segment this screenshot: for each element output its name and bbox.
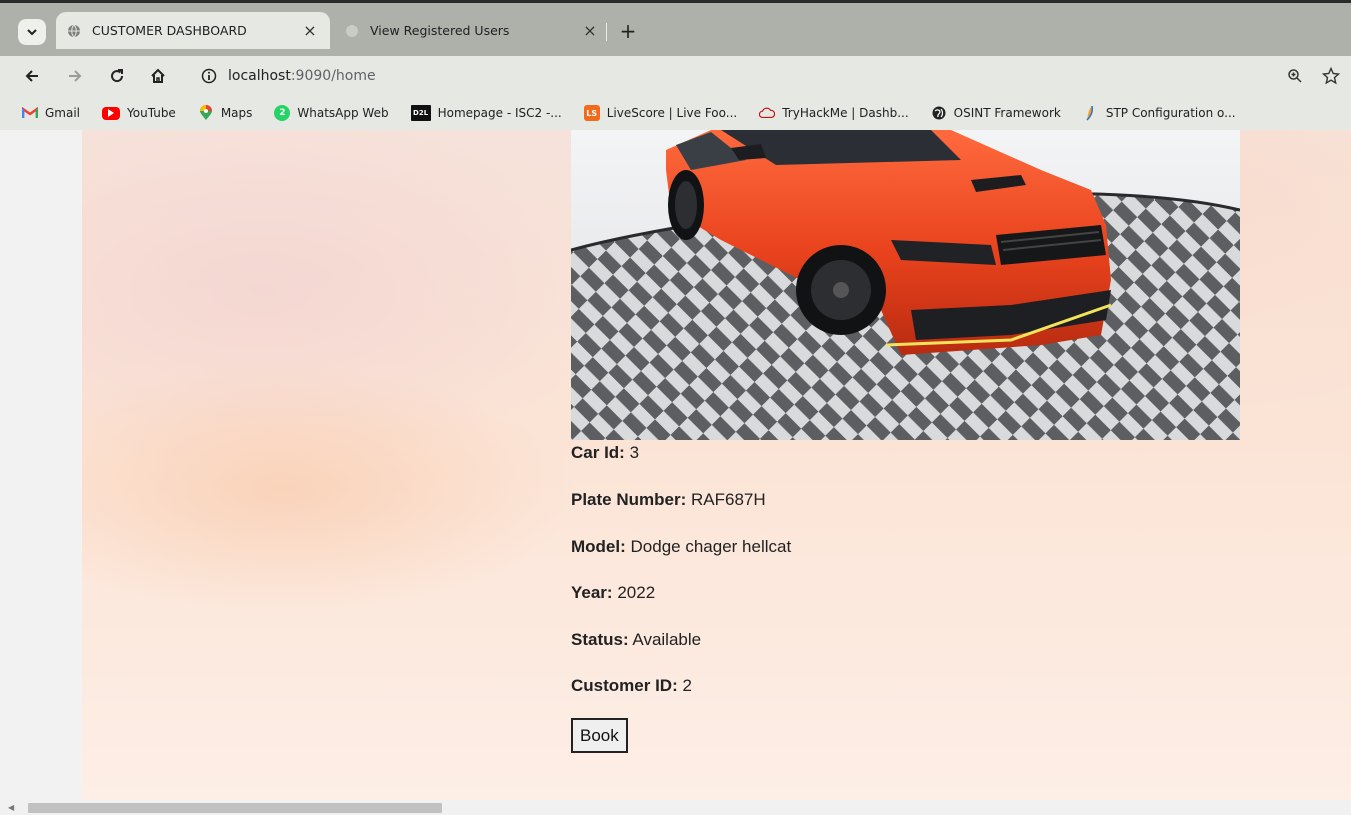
site-info-icon[interactable] <box>198 65 220 87</box>
osint-icon <box>931 105 947 121</box>
horizontal-scrollbar[interactable]: ◀ <box>0 800 1351 815</box>
new-tab-button[interactable]: + <box>616 19 640 43</box>
tryhackme-icon <box>759 105 776 121</box>
field-label: Plate Number: <box>571 490 687 509</box>
status-row: Status: Available <box>571 630 701 650</box>
page-viewport: Car Id: 3 Plate Number: RAF687H Model: D… <box>0 130 1351 800</box>
customer-id-value: 2 <box>682 676 692 695</box>
bookmark-label: Homepage - ISC2 -... <box>437 106 562 120</box>
book-button[interactable]: Book <box>571 718 628 753</box>
field-label: Year: <box>571 583 613 602</box>
maps-icon <box>198 105 214 121</box>
bookmark-osint[interactable]: OSINT Framework <box>931 105 1061 121</box>
address-bar[interactable]: localhost:9090/home <box>188 60 1308 92</box>
bookmarks-bar: Gmail YouTube Maps 2 WhatsApp Web D2L Ho… <box>0 96 1351 130</box>
tab-strip: CUSTOMER DASHBOARD × View Registered Use… <box>0 0 1351 56</box>
year-value: 2022 <box>617 583 656 602</box>
globe-icon <box>66 23 82 39</box>
tab-separator <box>606 23 607 41</box>
bookmark-d2l[interactable]: D2L Homepage - ISC2 -... <box>410 105 562 121</box>
field-label: Model: <box>571 537 626 556</box>
field-label: Status: <box>571 630 629 649</box>
url-path: :9090/home <box>290 68 376 84</box>
zoom-icon <box>1288 69 1302 83</box>
field-label: Customer ID: <box>571 676 678 695</box>
bookmark-label: OSINT Framework <box>953 106 1061 120</box>
browser-toolbar: localhost:9090/home <box>0 56 1351 96</box>
year-row: Year: 2022 <box>571 583 655 603</box>
scroll-left-icon[interactable]: ◀ <box>8 803 14 812</box>
bookmark-label: Gmail <box>45 106 81 120</box>
car-id-row: Car Id: 3 <box>571 443 639 463</box>
tab-view-registered-users[interactable]: View Registered Users × <box>334 12 610 49</box>
youtube-icon <box>102 106 121 120</box>
home-icon <box>151 68 165 83</box>
scrollbar-thumb[interactable] <box>28 803 442 813</box>
tab-title: View Registered Users <box>370 23 510 38</box>
home-button[interactable] <box>145 63 171 89</box>
plate-number-row: Plate Number: RAF687H <box>571 490 766 510</box>
bookmark-stp[interactable]: STP Configuration o... <box>1083 105 1236 121</box>
star-icon <box>1322 67 1340 85</box>
forward-button[interactable] <box>62 63 88 89</box>
back-button[interactable] <box>19 63 45 89</box>
car-image <box>571 130 1240 440</box>
bookmark-label: WhatsApp Web <box>297 106 389 120</box>
bookmark-star-button[interactable] <box>1318 63 1344 89</box>
globe-icon <box>344 23 360 39</box>
bookmark-maps[interactable]: Maps <box>198 105 253 121</box>
plate-number-value: RAF687H <box>690 490 766 509</box>
gmail-icon <box>22 105 38 121</box>
reload-icon <box>111 69 124 83</box>
model-value: Dodge chager hellcat <box>630 537 792 556</box>
bookmark-label: LiveScore | Live Foo... <box>606 106 738 120</box>
livescore-icon: LS <box>583 105 600 121</box>
bookmark-label: STP Configuration o... <box>1105 106 1236 120</box>
arrow-right-icon <box>69 70 82 82</box>
bookmark-whatsapp[interactable]: 2 WhatsApp Web <box>274 105 389 121</box>
customer-id-row: Customer ID: 2 <box>571 676 692 696</box>
tab-search-button[interactable] <box>18 19 46 45</box>
car-id-value: 3 <box>629 443 640 462</box>
whatsapp-icon: 2 <box>274 105 291 121</box>
url-text[interactable]: localhost:9090/home <box>228 68 376 84</box>
bookmark-youtube[interactable]: YouTube <box>102 106 176 120</box>
reload-button[interactable] <box>104 63 130 89</box>
bookmark-label: TryHackMe | Dashb... <box>782 106 909 120</box>
url-host: localhost <box>228 68 291 84</box>
stp-icon <box>1083 105 1099 121</box>
arrow-left-icon <box>25 70 38 82</box>
d2l-icon: D2L <box>410 105 431 121</box>
bookmark-gmail[interactable]: Gmail <box>22 105 80 121</box>
field-label: Car Id: <box>571 443 625 462</box>
status-value: Available <box>632 630 702 649</box>
close-tab-icon[interactable]: × <box>580 21 600 41</box>
bookmark-livescore[interactable]: LS LiveScore | Live Foo... <box>583 105 738 121</box>
bookmark-label: Maps <box>220 106 253 120</box>
tab-customer-dashboard[interactable]: CUSTOMER DASHBOARD × <box>56 12 330 49</box>
close-tab-icon[interactable]: × <box>300 21 320 41</box>
bookmark-tryhackme[interactable]: TryHackMe | Dashb... <box>759 105 909 121</box>
bookmark-label: YouTube <box>127 106 176 120</box>
zoom-button[interactable] <box>1282 63 1308 89</box>
chevron-down-icon <box>27 29 37 36</box>
model-row: Model: Dodge chager hellcat <box>571 537 791 557</box>
tab-title: CUSTOMER DASHBOARD <box>92 23 247 38</box>
